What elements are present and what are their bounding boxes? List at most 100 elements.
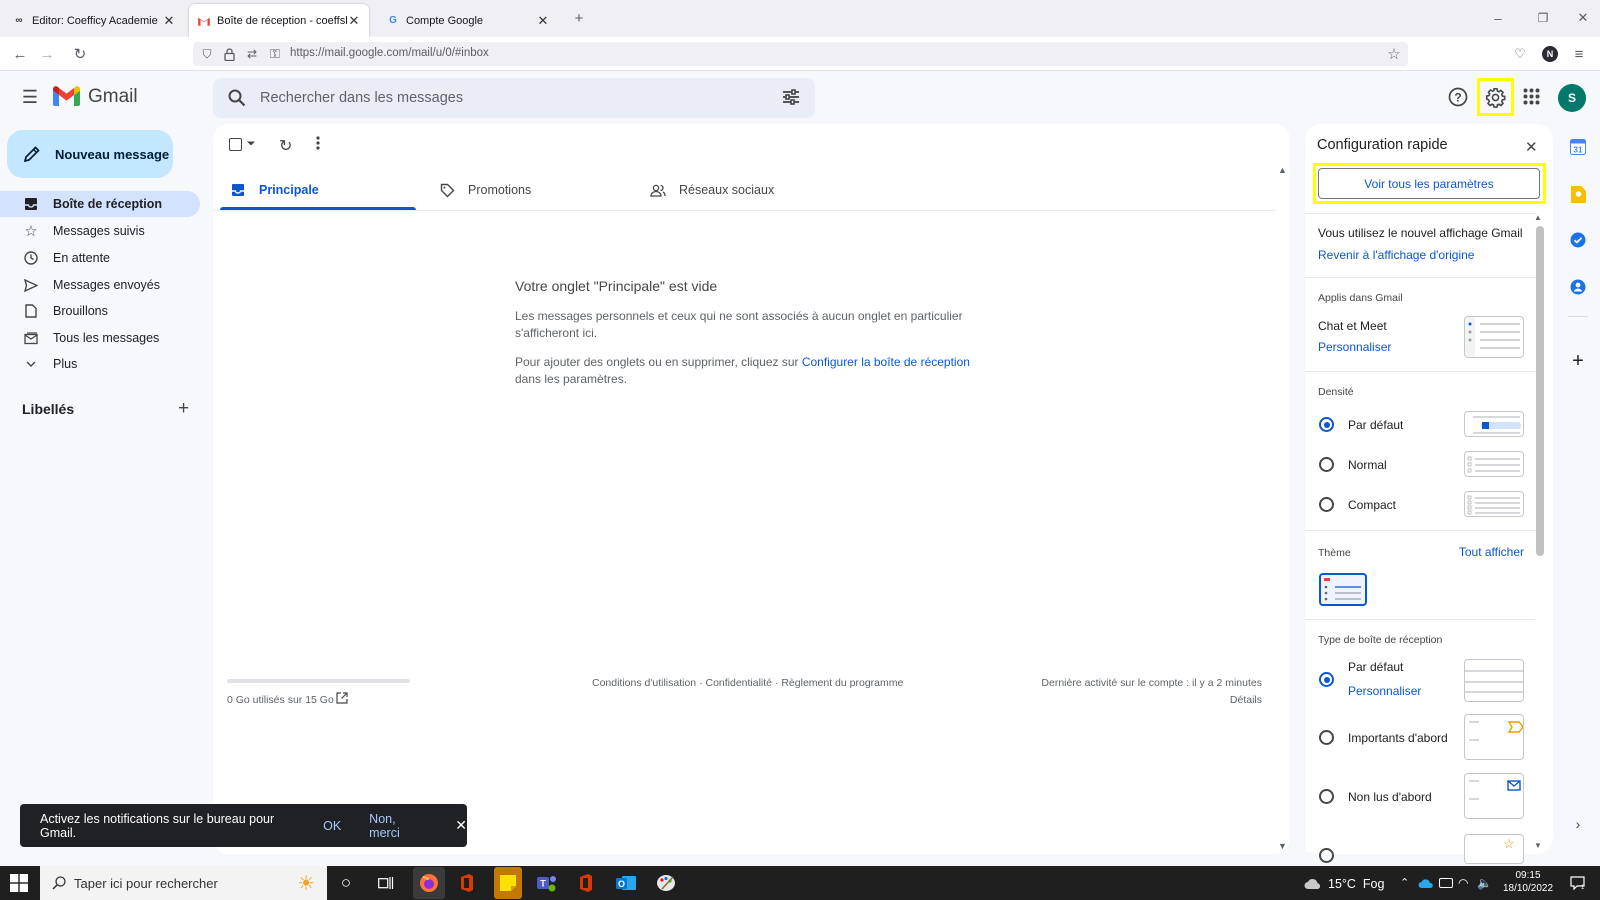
account-avatar[interactable]: S bbox=[1558, 84, 1586, 112]
keep-icon[interactable] bbox=[1568, 184, 1588, 204]
footer-links[interactable]: Conditions d'utilisation · Confidentiali… bbox=[592, 677, 903, 689]
tray-chevron-up-icon[interactable]: ⌃ bbox=[1400, 876, 1409, 889]
calendar-icon[interactable]: 31 bbox=[1568, 137, 1588, 157]
office-icon[interactable] bbox=[454, 870, 480, 896]
reload-icon[interactable]: ↻ bbox=[70, 44, 90, 64]
contacts-icon[interactable] bbox=[1568, 277, 1588, 297]
battery-icon[interactable] bbox=[1439, 878, 1453, 888]
settings-gear-icon[interactable] bbox=[1485, 87, 1506, 108]
key-icon[interactable]: ⚿ bbox=[265, 44, 285, 64]
settings-scroll-up-icon[interactable]: ▲ bbox=[1534, 213, 1542, 222]
see-all-settings-button[interactable]: Voir tous les paramètres bbox=[1318, 168, 1540, 199]
configure-inbox-link[interactable]: Configurer la boîte de réception bbox=[802, 355, 970, 369]
browser-tab-coefficy[interactable]: ∞ Editor: Coefficy Academie ✕ bbox=[4, 4, 184, 37]
search-options-icon[interactable] bbox=[782, 89, 800, 105]
taskbar-clock[interactable]: 09:15 18/10/2022 bbox=[1501, 869, 1555, 895]
theme-show-all-link[interactable]: Tout afficher bbox=[1440, 545, 1524, 559]
settings-scrollbar-thumb[interactable] bbox=[1536, 226, 1544, 556]
help-icon[interactable]: ? bbox=[1448, 87, 1468, 107]
sticky-notes-icon[interactable] bbox=[494, 867, 522, 899]
nav-item-drafts[interactable]: Brouillons bbox=[0, 298, 200, 324]
details-link[interactable]: Détails bbox=[1200, 694, 1262, 706]
pocket-icon[interactable]: ♡ bbox=[1510, 44, 1530, 64]
bookmark-star-icon[interactable]: ☆ bbox=[1384, 44, 1404, 64]
inbox-type-starred-radio[interactable] bbox=[1319, 848, 1334, 863]
close-tab-icon[interactable]: ✕ bbox=[162, 13, 176, 29]
browser-tab-gmail[interactable]: Boîte de réception - coeffshad@ ✕ bbox=[189, 4, 369, 37]
minimize-icon[interactable]: – bbox=[1488, 8, 1508, 28]
paint-icon[interactable] bbox=[653, 870, 679, 896]
density-compact-radio[interactable] bbox=[1319, 497, 1334, 512]
apps-grid-icon[interactable] bbox=[1523, 88, 1540, 105]
scroll-up-icon[interactable]: ▲ bbox=[1278, 165, 1287, 175]
select-dropdown-icon[interactable] bbox=[247, 139, 255, 147]
inbox-type-customize-link[interactable]: Personnaliser bbox=[1348, 684, 1421, 698]
nav-item-starred[interactable]: ☆ Messages suivis bbox=[0, 218, 200, 244]
search-icon[interactable] bbox=[228, 89, 246, 107]
close-tab-icon[interactable]: ✕ bbox=[536, 13, 550, 29]
nav-item-label: Brouillons bbox=[53, 304, 108, 318]
settings-scroll-down-icon[interactable]: ▼ bbox=[1534, 841, 1542, 850]
teams-icon[interactable]: T bbox=[534, 870, 560, 896]
new-tab-icon[interactable]: + bbox=[569, 8, 589, 28]
revert-view-link[interactable]: Revenir à l'affichage d'origine bbox=[1318, 248, 1474, 262]
refresh-icon[interactable]: ↻ bbox=[279, 136, 292, 156]
tab-primary[interactable]: Principale bbox=[229, 169, 319, 211]
inbox-type-unread-radio[interactable] bbox=[1319, 789, 1334, 804]
theme-thumb-selected[interactable] bbox=[1319, 573, 1367, 606]
expand-rail-icon[interactable]: › bbox=[1568, 814, 1588, 834]
windows-start-icon[interactable] bbox=[10, 874, 28, 892]
onedrive-icon[interactable] bbox=[1418, 878, 1434, 888]
main-menu-icon[interactable]: ☰ bbox=[20, 87, 40, 107]
gmail-logo-icon[interactable] bbox=[53, 86, 80, 106]
open-storage-icon[interactable] bbox=[336, 692, 348, 704]
app-menu-icon[interactable]: ≡ bbox=[1569, 44, 1589, 64]
compose-button[interactable]: Nouveau message bbox=[7, 130, 173, 178]
apps-preview-thumb bbox=[1464, 316, 1524, 358]
restore-icon[interactable]: ❐ bbox=[1533, 8, 1553, 28]
add-addon-icon[interactable]: + bbox=[1568, 350, 1588, 372]
profile-avatar[interactable]: N bbox=[1540, 44, 1560, 64]
density-default-radio[interactable] bbox=[1319, 417, 1334, 432]
tab-promotions[interactable]: Promotions bbox=[438, 169, 531, 211]
density-normal-radio[interactable] bbox=[1319, 457, 1334, 472]
weather-icon[interactable] bbox=[1304, 878, 1322, 890]
back-icon[interactable]: ← bbox=[10, 44, 30, 64]
wifi-icon[interactable]: ◠ bbox=[1458, 876, 1468, 890]
nav-item-more[interactable]: Plus bbox=[0, 351, 200, 377]
add-label-icon[interactable]: + bbox=[178, 399, 189, 418]
lock-icon[interactable] bbox=[219, 44, 239, 64]
permissions-icon[interactable]: ⇄ bbox=[242, 44, 262, 64]
firefox-icon[interactable] bbox=[413, 867, 445, 899]
nav-item-all-mail[interactable]: Tous les messages bbox=[0, 325, 200, 351]
notification-center-icon[interactable]: 1 bbox=[1570, 876, 1585, 890]
nav-item-sent[interactable]: Messages envoyés bbox=[0, 272, 200, 298]
customize-apps-link[interactable]: Personnaliser bbox=[1318, 340, 1391, 354]
weather-text[interactable]: 15°C Fog bbox=[1328, 877, 1384, 891]
close-window-icon[interactable]: ✕ bbox=[1573, 8, 1593, 28]
search-input[interactable]: Rechercher dans les messages bbox=[260, 90, 463, 106]
nav-item-snoozed[interactable]: En attente bbox=[0, 245, 200, 271]
tasks-icon[interactable] bbox=[1568, 230, 1588, 250]
cortana-icon[interactable]: ○ bbox=[333, 870, 359, 896]
more-vert-icon[interactable] bbox=[316, 136, 320, 150]
inbox-type-default-radio[interactable] bbox=[1319, 672, 1334, 687]
outlook-icon[interactable]: O bbox=[613, 870, 639, 896]
speaker-icon[interactable]: 🔈 bbox=[1477, 876, 1492, 890]
forward-icon[interactable]: → bbox=[37, 44, 57, 64]
snackbar-ok-button[interactable]: OK bbox=[323, 819, 341, 833]
browser-tab-google-account[interactable]: G Compte Google ✕ bbox=[378, 4, 558, 37]
tab-social[interactable]: Réseaux sociaux bbox=[649, 169, 774, 211]
office-icon-2[interactable] bbox=[573, 870, 599, 896]
shield-icon[interactable]: ⛉ bbox=[197, 44, 217, 64]
inbox-type-important-radio[interactable] bbox=[1319, 730, 1334, 745]
snackbar-no-button[interactable]: Non, merci bbox=[369, 812, 427, 840]
select-all-checkbox[interactable] bbox=[229, 138, 242, 151]
taskbar-search-box[interactable]: Taper ici pour rechercher ☀ bbox=[40, 866, 327, 900]
close-tab-icon[interactable]: ✕ bbox=[347, 13, 361, 29]
task-view-icon[interactable] bbox=[373, 870, 399, 896]
snackbar-close-icon[interactable]: ✕ bbox=[455, 817, 467, 834]
nav-item-inbox[interactable]: Boîte de réception bbox=[0, 191, 200, 217]
close-settings-icon[interactable]: ✕ bbox=[1525, 138, 1538, 156]
scroll-down-icon[interactable]: ▼ bbox=[1278, 841, 1287, 851]
